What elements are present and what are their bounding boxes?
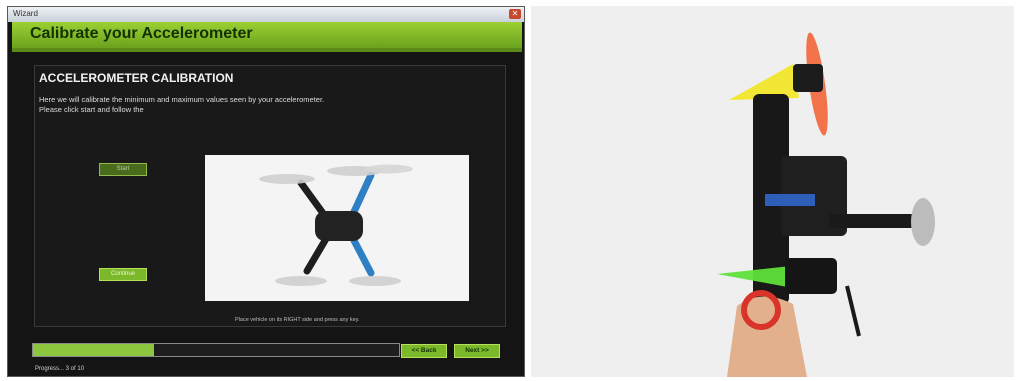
page-title: Calibrate your Accelerometer bbox=[30, 25, 253, 42]
window-titlebar[interactable]: Wizard ✕ bbox=[8, 7, 524, 22]
progress-fill bbox=[33, 344, 154, 356]
start-button[interactable]: Start bbox=[99, 163, 147, 176]
section-title: ACCELEROMETER CALIBRATION bbox=[39, 71, 234, 85]
wizard-header: Calibrate your Accelerometer bbox=[12, 22, 522, 52]
instructions-text: Here we will calibrate the minimum and m… bbox=[39, 95, 325, 114]
vehicle-photo bbox=[531, 6, 1014, 377]
window-title: Wizard bbox=[13, 9, 38, 18]
instruction-caption: Place vehicle on its RIGHT side and pres… bbox=[235, 317, 360, 323]
close-icon[interactable]: ✕ bbox=[509, 9, 521, 19]
wizard-window: Wizard ✕ Calibrate your Accelerometer AC… bbox=[7, 6, 525, 377]
handheld-quadcopter-illustration bbox=[531, 6, 1014, 377]
quadcopter-illustration bbox=[205, 155, 469, 301]
continue-button[interactable]: Continue bbox=[99, 268, 147, 281]
progress-bar bbox=[32, 343, 400, 357]
next-button[interactable]: Next >> bbox=[454, 344, 500, 358]
progress-status: Progress... 3 of 10 bbox=[35, 366, 85, 372]
back-button[interactable]: << Back bbox=[401, 344, 447, 358]
calibration-panel: ACCELEROMETER CALIBRATION Here we will c… bbox=[34, 65, 506, 327]
vehicle-orientation-image bbox=[205, 155, 469, 301]
